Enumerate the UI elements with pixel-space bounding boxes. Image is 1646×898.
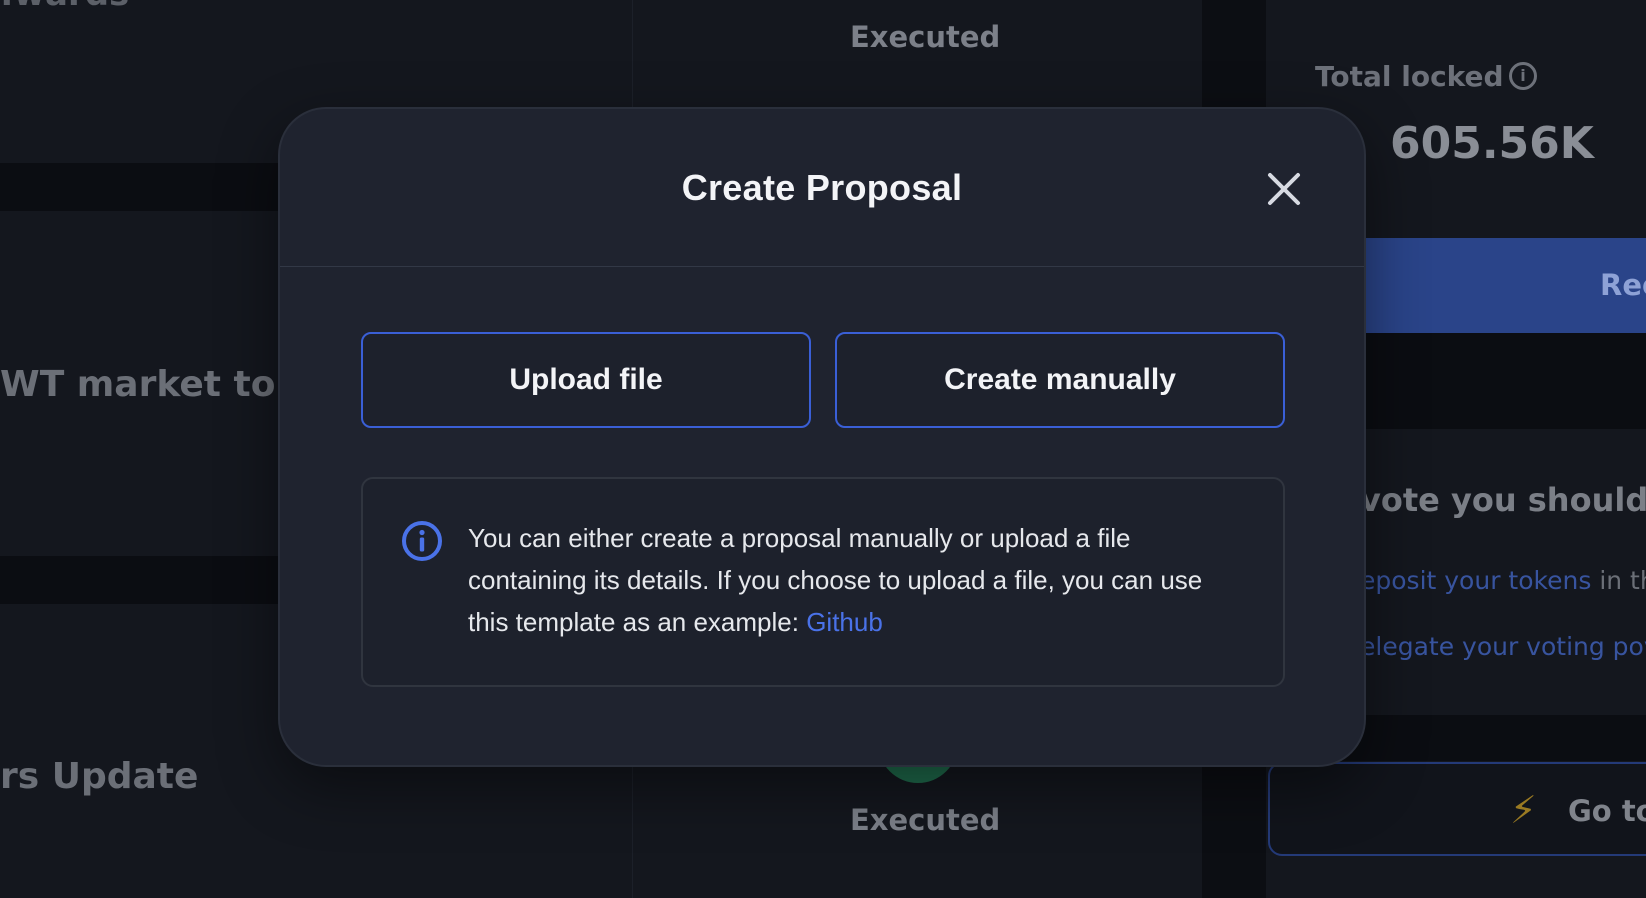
info-icon xyxy=(402,521,442,561)
total-locked-label: Total locked xyxy=(1315,60,1504,93)
go-to-label: Go to xyxy=(1568,794,1646,828)
create-proposal-modal: Create Proposal Upload file Create manua… xyxy=(278,107,1366,767)
vote-instructions-heading: vote you should: xyxy=(1360,481,1646,519)
create-manually-button[interactable]: Create manually xyxy=(835,332,1285,428)
info-message: You can either create a proposal manuall… xyxy=(468,517,1248,643)
primary-action-label: Rec xyxy=(1600,268,1646,302)
info-notice: You can either create a proposal manuall… xyxy=(361,477,1285,687)
info-icon[interactable]: i xyxy=(1509,62,1537,90)
deposit-tokens-item: eposit your tokens in the xyxy=(1360,566,1646,595)
lightning-icon: ⚡ xyxy=(1510,788,1537,832)
creation-method-choices: Upload file Create manually xyxy=(361,332,1285,428)
total-locked-value: 605.56K xyxy=(1390,118,1594,169)
status-executed: Executed xyxy=(850,803,1001,837)
close-icon xyxy=(1268,173,1300,205)
upload-file-button[interactable]: Upload file xyxy=(361,332,811,428)
modal-title: Create Proposal xyxy=(681,167,963,208)
proposal-title-update[interactable]: rs Update xyxy=(0,756,198,797)
deposit-suffix: in the xyxy=(1599,566,1646,595)
proposal-title-rewards[interactable]: :wards xyxy=(0,0,129,14)
delegate-voting-link[interactable]: elegate your voting pov xyxy=(1360,632,1646,661)
github-link[interactable]: Github xyxy=(806,607,883,637)
status-executed: Executed xyxy=(850,20,1001,54)
modal-header: Create Proposal xyxy=(280,109,1364,267)
close-button[interactable] xyxy=(1260,165,1308,213)
deposit-tokens-link[interactable]: eposit your tokens xyxy=(1360,566,1591,595)
